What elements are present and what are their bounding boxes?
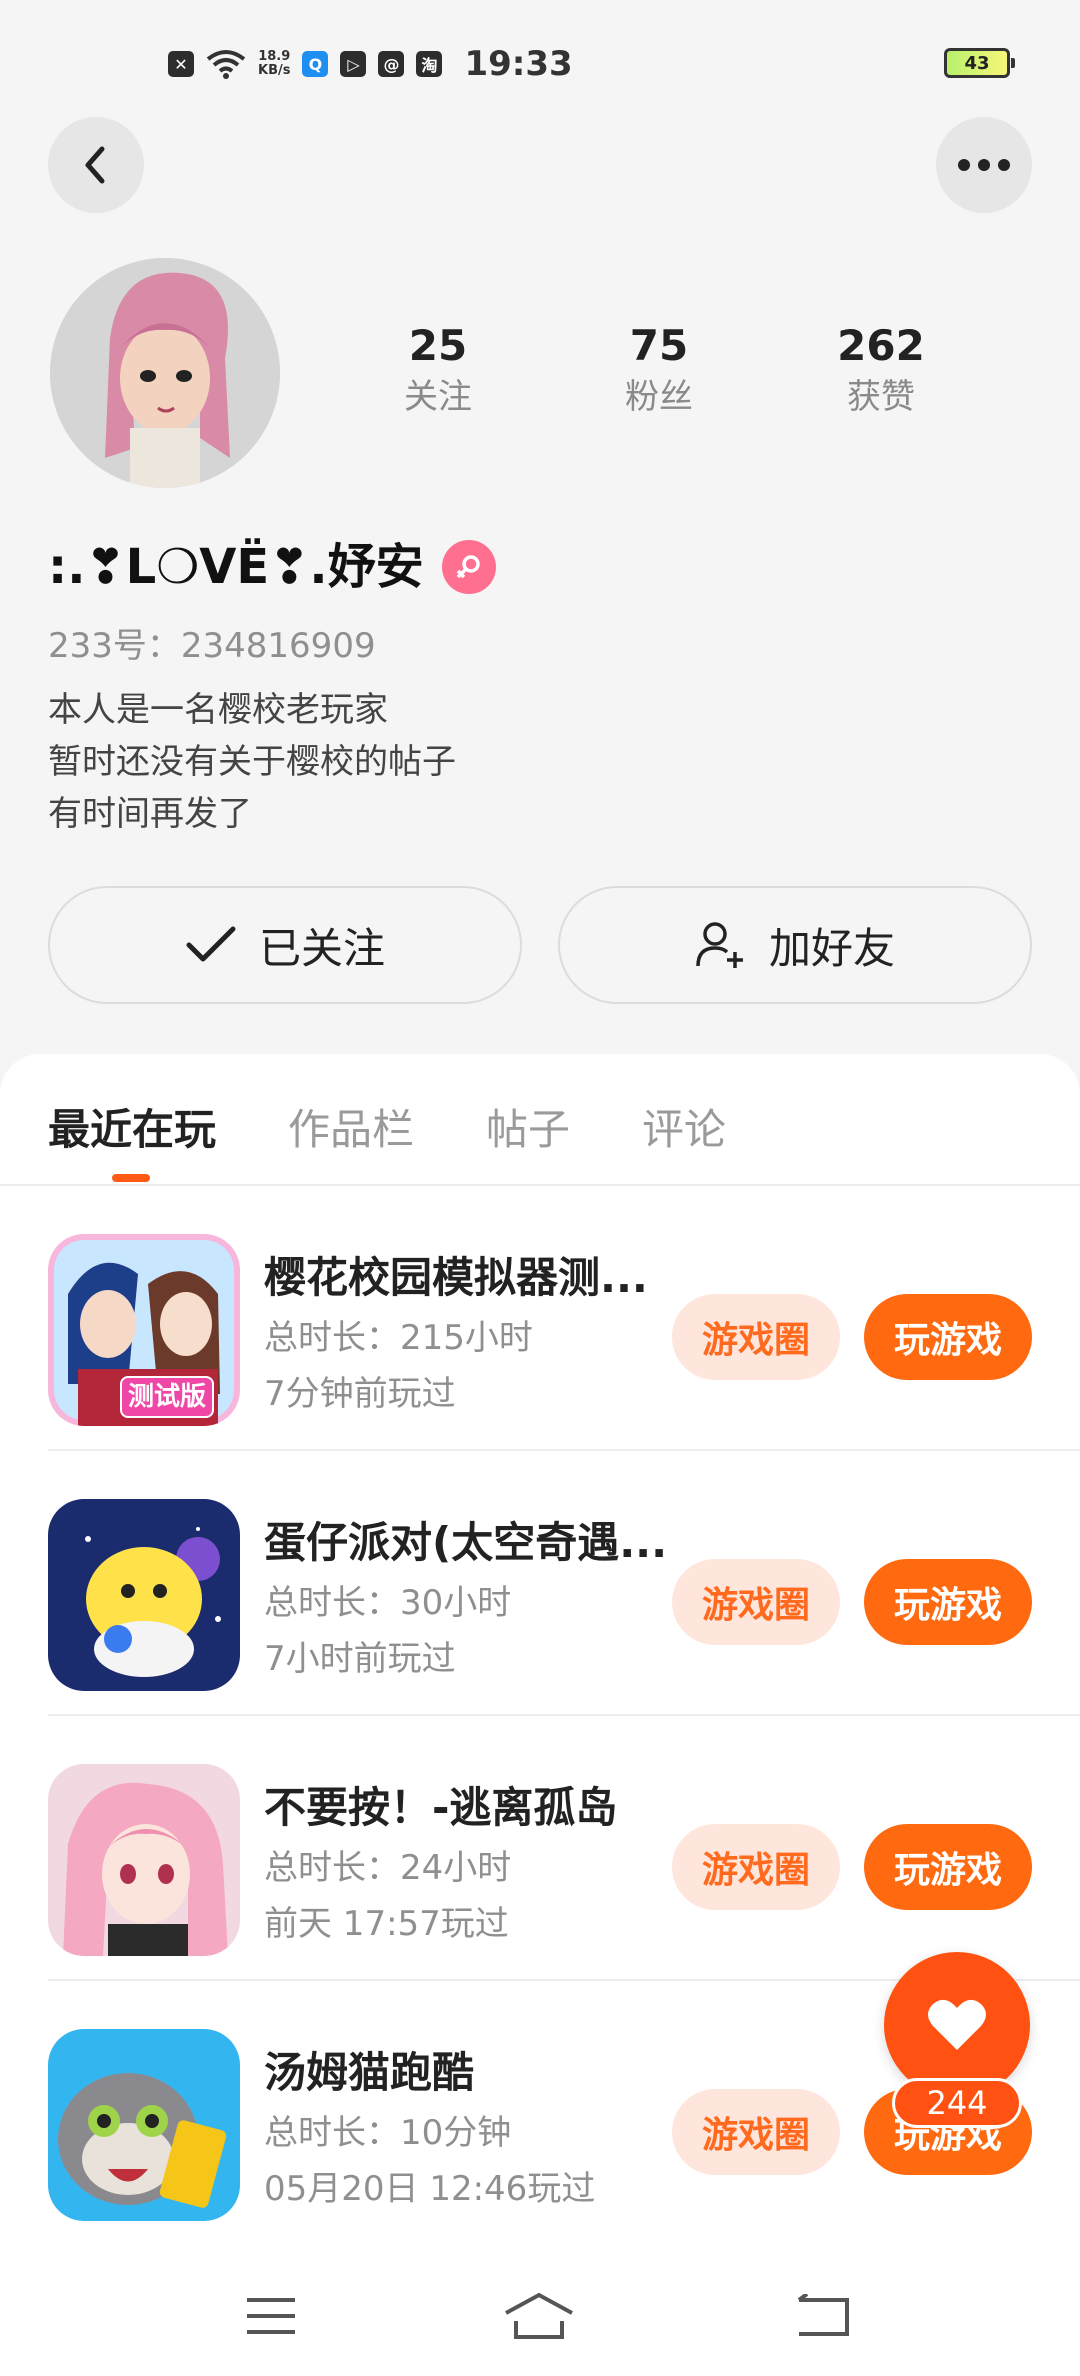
test-version-badge: 测试版: [120, 1376, 215, 1418]
game-last-played: 前天 17:57玩过: [264, 1904, 509, 1944]
at-app-icon: @: [378, 51, 405, 77]
tab-indicator: [112, 1174, 150, 1182]
user-id: 233号：234816909: [48, 626, 376, 666]
game-circle-button[interactable]: 游戏圈: [672, 2089, 840, 2175]
back-nav-button[interactable]: [788, 2286, 858, 2346]
sakura-school-test-icon[interactable]: 测试版: [48, 1234, 240, 1426]
play-app-icon: ▷: [340, 51, 367, 77]
bio: 本人是一名樱校老玩家 暂时还没有关于樱校的帖子 有时间再发了: [48, 684, 456, 840]
search-app-icon: Q: [302, 51, 329, 77]
back-nav-icon: [797, 2294, 849, 2336]
game-title: 樱花校园模拟器测...: [264, 1253, 648, 1302]
stat-value: 262: [837, 321, 925, 370]
bio-line: 本人是一名樱校老玩家: [48, 690, 388, 730]
more-dots-icon: [958, 159, 1010, 171]
eggy-party-icon[interactable]: [48, 1499, 240, 1691]
tab-comments[interactable]: 评论: [642, 1096, 726, 1157]
game-title: 蛋仔派对(太空奇遇...: [264, 1518, 668, 1567]
stat-label: 粉丝: [625, 377, 693, 417]
avatar-image: [50, 258, 280, 488]
stat-value: 75: [629, 321, 689, 370]
nickname-text: :.❣L❍VË❣.妤安: [48, 539, 424, 595]
stat-following[interactable]: 25 关注: [358, 320, 518, 422]
back-button[interactable]: [48, 117, 144, 213]
game-total-time: 总时长：30小时: [264, 1583, 512, 1623]
game-title: 不要按！-逃离孤岛: [264, 1783, 618, 1832]
add-user-icon: [696, 922, 743, 968]
play-game-button[interactable]: 玩游戏: [864, 1559, 1032, 1645]
notification-x-icon: ✕: [168, 51, 194, 77]
tab-works[interactable]: 作品栏: [288, 1096, 414, 1157]
game-last-played: 7小时前玩过: [264, 1639, 456, 1679]
add-friend-button-label: 加好友: [768, 923, 895, 973]
network-speed-value: 18.9: [258, 49, 291, 64]
nickname: :.❣L❍VË❣.妤安: [48, 536, 496, 598]
game-title: 汤姆猫跑酷: [264, 2048, 475, 2097]
game-item[interactable]: 不要按！-逃离孤岛 总时长：24小时 前天 17:57玩过 游戏圈 玩游戏: [48, 1716, 1080, 1981]
avatar[interactable]: [50, 258, 280, 488]
stat-label: 获赞: [847, 377, 915, 417]
play-game-button[interactable]: 玩游戏: [864, 1824, 1032, 1910]
game-circle-button[interactable]: 游戏圈: [672, 1824, 840, 1910]
tab-recently-played[interactable]: 最近在玩: [48, 1096, 216, 1157]
like-count-badge: 244: [892, 2078, 1022, 2128]
game-last-played: 05月20日 12:46玩过: [264, 2169, 596, 2209]
add-friend-button[interactable]: 加好友: [558, 886, 1032, 1004]
game-circle-button[interactable]: 游戏圈: [672, 1559, 840, 1645]
bio-line: 暂时还没有关于樱校的帖子: [48, 742, 456, 782]
chevron-left-icon: [85, 146, 105, 184]
game-circle-button[interactable]: 游戏圈: [672, 1294, 840, 1380]
home-nav-button[interactable]: [504, 2286, 574, 2346]
tab-bar: 最近在玩 作品栏 帖子 评论: [0, 1054, 1080, 1186]
talking-tom-run-icon[interactable]: [48, 2029, 240, 2221]
following-button-label: 已关注: [258, 923, 385, 973]
following-button[interactable]: 已关注: [48, 886, 522, 1004]
game-total-time: 总时长：24小时: [264, 1848, 512, 1888]
menu-nav-button[interactable]: [236, 2286, 306, 2346]
game-last-played: 7分钟前玩过: [264, 1374, 456, 1414]
female-icon: [441, 540, 496, 594]
game-total-time: 总时长：10分钟: [264, 2113, 512, 2153]
status-icons: ✕ 18.9 KB/s Q ▷ @ 淘 19:33: [168, 44, 573, 84]
stat-likes[interactable]: 262 获赞: [801, 320, 961, 422]
network-speed-unit: KB/s: [258, 63, 291, 78]
checkmark-icon: [186, 926, 236, 962]
stat-value: 25: [408, 321, 468, 370]
stat-label: 关注: [404, 377, 472, 417]
game-total-time: 总时长：215小时: [264, 1318, 533, 1358]
play-game-button[interactable]: 玩游戏: [864, 1294, 1032, 1380]
wifi-icon: [206, 50, 246, 79]
like-button[interactable]: [884, 1952, 1030, 2098]
network-speed: 18.9 KB/s: [258, 50, 290, 78]
menu-icon: [247, 2298, 295, 2334]
stat-fans[interactable]: 75 粉丝: [579, 320, 739, 422]
home-icon: [505, 2292, 573, 2339]
battery-level: 43: [964, 52, 990, 74]
game-item[interactable]: 蛋仔派对(太空奇遇... 总时长：30小时 7小时前玩过 游戏圈 玩游戏: [48, 1451, 1080, 1716]
bio-line: 有时间再发了: [48, 794, 252, 834]
anime-girl-game-icon[interactable]: [48, 1764, 240, 1956]
status-bar: ✕ 18.9 KB/s Q ▷ @ 淘 19:33 43: [0, 0, 1080, 130]
more-button[interactable]: [936, 117, 1032, 213]
battery-icon: 43: [944, 48, 1015, 78]
heart-icon: [928, 1999, 986, 2050]
system-nav-bar: [0, 2256, 1080, 2376]
game-item[interactable]: 测试版 樱花校园模拟器测... 总时长：215小时 7分钟前玩过 游戏圈 玩游戏: [48, 1186, 1080, 1451]
taobao-app-icon: 淘: [416, 51, 443, 77]
tab-posts[interactable]: 帖子: [486, 1096, 570, 1157]
clock: 19:33: [464, 44, 573, 84]
